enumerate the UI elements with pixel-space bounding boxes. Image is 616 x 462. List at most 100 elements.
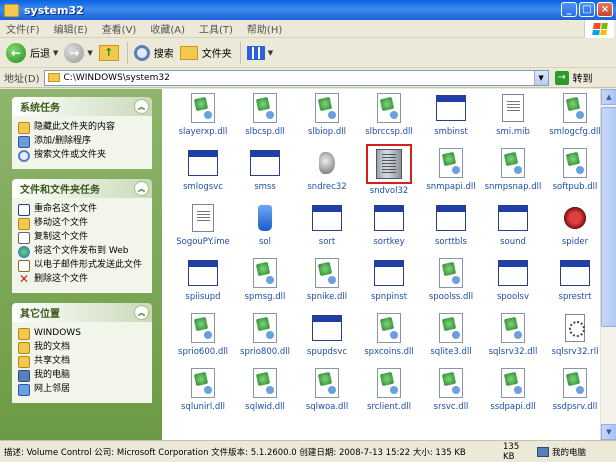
collapse-icon[interactable]: ︽ [134,305,149,320]
file-item[interactable]: srclient.dll [358,366,420,421]
title-bar[interactable]: system32 _ □ × [0,0,616,20]
file-text-icon [186,201,220,235]
file-item[interactable]: spxcoins.dll [358,311,420,366]
file-item[interactable]: softpub.dll [544,146,606,201]
file-item[interactable]: smlogcfg.dll [544,91,606,146]
search-icon [18,150,30,162]
task-add-remove-programs[interactable]: 添加/删除程序 [18,136,146,148]
scroll-thumb[interactable] [601,107,616,327]
task-search[interactable]: 搜索文件或文件夹 [18,150,146,162]
menu-edit[interactable]: 编辑(E) [54,21,88,36]
file-name: sqlsrv32.dll [488,347,538,357]
search-button[interactable]: 搜索 [133,41,174,65]
menu-view[interactable]: 查看(V) [102,21,137,36]
file-item[interactable]: srsvc.dll [420,366,482,421]
rename-icon [18,204,30,216]
address-input[interactable]: C:\WINDOWS\system32 ▼ [43,69,549,86]
file-item[interactable]: sortkey [358,201,420,256]
menu-help[interactable]: 帮助(H) [247,21,282,36]
file-item[interactable]: smlogsvc [172,146,234,201]
go-label: 转到 [572,74,593,85]
file-item[interactable]: sprio800.dll [234,311,296,366]
file-item[interactable]: spiisupd [172,256,234,311]
file-item[interactable]: spupdsvc [296,311,358,366]
file-item[interactable]: slbcsp.dll [234,91,296,146]
file-item[interactable]: sprestrt [544,256,606,311]
collapse-icon[interactable]: ︽ [134,181,149,196]
minimize-button[interactable]: _ [561,2,577,17]
file-item[interactable]: smss [234,146,296,201]
file-item[interactable]: sqlwid.dll [234,366,296,421]
menu-file[interactable]: 文件(F) [6,21,40,36]
file-item[interactable]: slbiop.dll [296,91,358,146]
scroll-down-icon[interactable]: ▼ [601,424,616,440]
chevron-down-icon[interactable]: ▼ [533,70,548,85]
file-dll-icon [186,91,220,125]
file-item[interactable]: ssdpapi.dll [482,366,544,421]
file-item[interactable]: spmsg.dll [234,256,296,311]
folders-button[interactable]: 文件夹 [179,41,232,65]
file-item[interactable]: sqlite3.dll [420,311,482,366]
chevron-down-icon[interactable]: ▼ [53,49,58,57]
file-item[interactable]: sorttbls [420,201,482,256]
file-item[interactable]: smbinst [420,91,482,146]
task-copy[interactable]: 复制这个文件 [18,232,146,244]
file-item[interactable]: slayerxp.dll [172,91,234,146]
go-button[interactable]: → 转到 [554,70,593,85]
menu-favorites[interactable]: 收藏(A) [150,21,185,36]
toolbar-separator [239,41,241,64]
maximize-button[interactable]: □ [579,2,595,17]
file-item[interactable]: SogouPY.ime [172,201,234,256]
file-item[interactable]: sqlsrv32.dll [482,311,544,366]
forward-button[interactable]: → ▼ [64,41,93,65]
task-email[interactable]: 以电子邮件形式发送此文件 [18,260,146,272]
file-item[interactable]: spider [544,201,606,256]
file-item[interactable]: sndrec32 [296,146,358,201]
file-item[interactable]: sound [482,201,544,256]
file-item[interactable]: sqlunirl.dll [172,366,234,421]
file-item[interactable]: sqlwoa.dll [296,366,358,421]
file-item[interactable]: snmpsnap.dll [482,146,544,201]
place-windows[interactable]: WINDOWS [18,328,146,340]
views-button[interactable]: ▼ [246,41,273,65]
file-item[interactable]: spnpinst [358,256,420,311]
task-publish-web[interactable]: 将这个文件发布到 Web [18,246,146,258]
file-item[interactable]: spnike.dll [296,256,358,311]
file-item[interactable]: sndvol32 [358,144,420,201]
place-my-computer[interactable]: 我的电脑 [18,370,146,382]
file-item[interactable]: slbrccsp.dll [358,91,420,146]
up-button[interactable]: ↑ [98,41,119,65]
close-button[interactable]: × [597,2,613,17]
file-item[interactable]: sort [296,201,358,256]
file-item[interactable]: ssdpsrv.dll [544,366,606,421]
file-item[interactable]: sqlsrv32.rll [544,311,606,366]
panel-header[interactable]: 文件和文件夹任务 ︽ [12,179,152,198]
folder-icon [18,328,30,340]
file-item[interactable]: sprio600.dll [172,311,234,366]
back-button[interactable]: ← 后退 ▼ [6,41,58,65]
task-delete[interactable]: ✕ 删除这个文件 [18,273,146,286]
place-my-documents[interactable]: 我的文档 [18,342,146,354]
computer-icon [537,446,549,457]
file-item[interactable]: sol [234,201,296,256]
task-rename[interactable]: 重命名这个文件 [18,204,146,216]
panel-header[interactable]: 其它位置 ︽ [12,303,152,322]
file-view[interactable]: slayerxp.dll slbcsp.dll slbiop.dll slbrccsp… [162,89,616,440]
panel-header[interactable]: 系统任务 ︽ [12,97,152,116]
task-hide-contents[interactable]: 隐藏此文件夹的内容 [18,122,146,134]
vertical-scrollbar[interactable]: ▲ ▼ [600,89,616,440]
place-shared-documents[interactable]: 共享文档 [18,356,146,368]
file-dll-icon [434,146,468,180]
collapse-icon[interactable]: ︽ [134,99,149,114]
chevron-down-icon[interactable]: ▼ [268,49,273,57]
file-item[interactable]: smi.mib [482,91,544,146]
task-move[interactable]: 移动这个文件 [18,218,146,230]
scroll-up-icon[interactable]: ▲ [601,89,616,105]
menu-tools[interactable]: 工具(T) [199,21,233,36]
file-item[interactable]: spoolsv [482,256,544,311]
chevron-down-icon[interactable]: ▼ [87,49,92,57]
place-network[interactable]: 网上邻居 [18,384,146,396]
file-item[interactable]: snmpapi.dll [420,146,482,201]
file-item[interactable]: spoolss.dll [420,256,482,311]
file-app-icon [372,256,406,290]
